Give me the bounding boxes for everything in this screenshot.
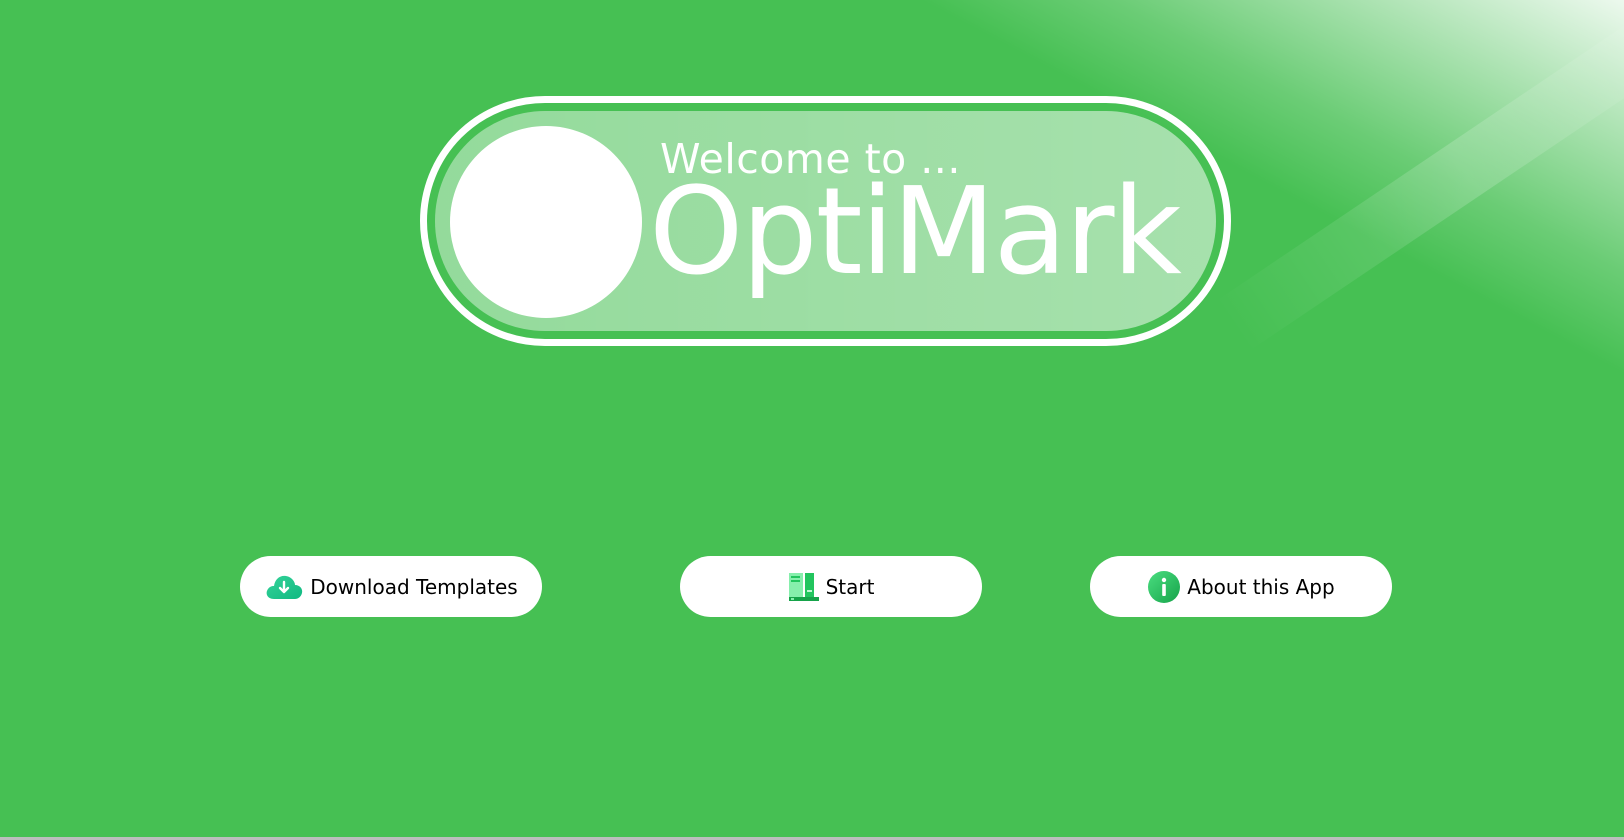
app-title: OptiMark	[649, 163, 1182, 302]
info-icon	[1147, 570, 1181, 604]
book-icon	[788, 572, 820, 602]
about-app-label: About this App	[1187, 574, 1335, 599]
download-templates-button[interactable]: Download Templates	[240, 556, 542, 617]
logo-circle	[450, 126, 642, 318]
start-button[interactable]: Start	[680, 556, 982, 617]
cloud-download-icon	[264, 572, 304, 602]
welcome-banner: Welcome to ... OptiMark	[420, 96, 1231, 346]
download-templates-label: Download Templates	[310, 574, 518, 599]
welcome-screen: Welcome to ... OptiMark Download Templat…	[0, 0, 1624, 837]
about-app-button[interactable]: About this App	[1090, 556, 1392, 617]
background-sheen	[1215, 0, 1624, 352]
start-label: Start	[825, 574, 875, 599]
